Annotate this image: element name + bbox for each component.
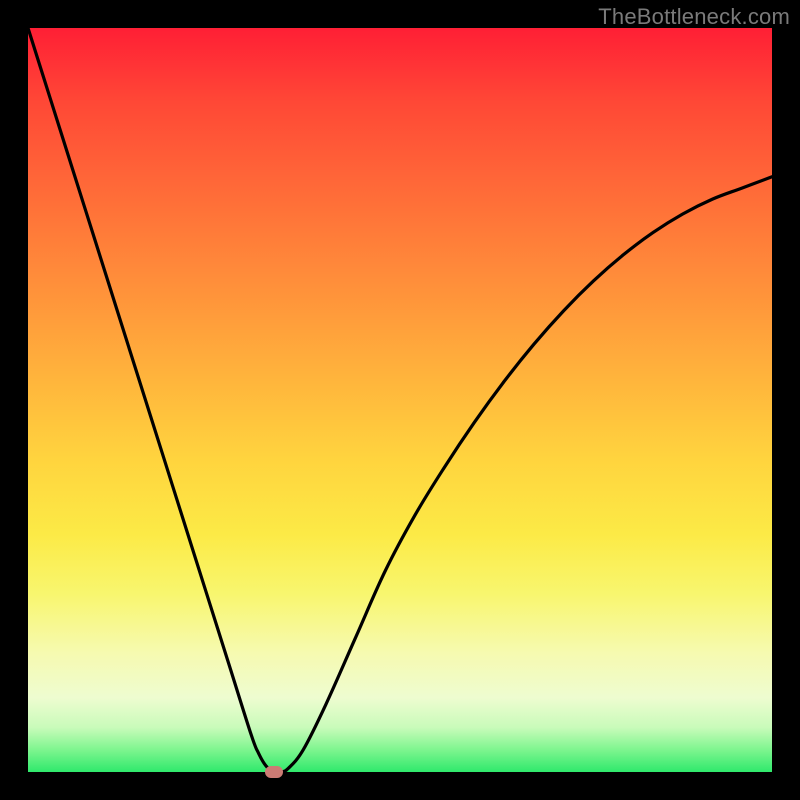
- watermark-text: TheBottleneck.com: [598, 4, 790, 30]
- bottleneck-curve: [28, 28, 772, 772]
- optimal-point-marker: [265, 766, 283, 778]
- chart-plot-area: [28, 28, 772, 772]
- chart-frame: TheBottleneck.com: [0, 0, 800, 800]
